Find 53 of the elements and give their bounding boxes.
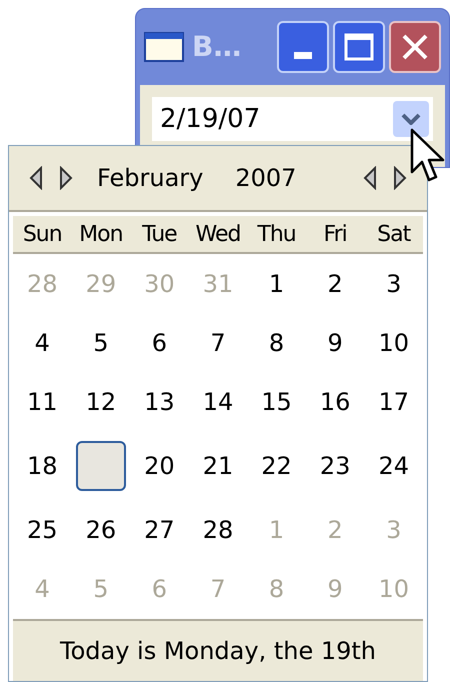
weekday-header: Tue [141, 220, 178, 248]
day-cell[interactable]: 8 [262, 322, 290, 363]
day-cell[interactable]: 17 [372, 382, 415, 422]
day-cell[interactable]: 16 [314, 382, 356, 422]
maximize-icon [344, 33, 374, 61]
weekday-header: Wed [194, 220, 242, 248]
day-cell[interactable]: 10 [372, 322, 415, 363]
day-cell[interactable]: 22 [255, 446, 298, 486]
day-cell[interactable]: 6 [146, 322, 174, 363]
day-cell[interactable]: 25 [21, 510, 64, 550]
weekday-header: Mon [78, 220, 124, 248]
day-cell[interactable]: 23 [314, 446, 356, 486]
day-cell[interactable]: 21 [196, 446, 240, 486]
minimize-button[interactable] [277, 21, 329, 73]
minimize-icon [294, 52, 312, 59]
day-cell[interactable]: 3 [380, 264, 408, 304]
weekday-header: Fri [322, 220, 348, 248]
day-cell[interactable]: 20 [138, 446, 181, 486]
day-cell[interactable]: 12 [80, 382, 122, 422]
close-button[interactable] [389, 21, 441, 73]
weekday-header: Sun [22, 220, 63, 248]
window-title: B… [192, 29, 242, 65]
day-cell[interactable]: 18 [21, 446, 64, 486]
chevron-down-icon [401, 113, 421, 125]
day-cell[interactable] [76, 441, 126, 492]
day-cell[interactable]: 27 [138, 510, 181, 550]
day-cell[interactable]: 2 [321, 264, 349, 304]
day-cell[interactable]: 26 [80, 510, 122, 550]
day-cell[interactable]: 1 [262, 264, 290, 304]
weekday-header: Thu [256, 220, 297, 248]
month-label: February [97, 163, 204, 194]
day-cell[interactable]: 11 [21, 382, 64, 422]
day-cell[interactable]: 13 [138, 382, 181, 422]
dropdown-button[interactable] [393, 101, 429, 137]
previous-year-icon[interactable] [363, 166, 377, 190]
year-label: 2007 [235, 163, 296, 194]
day-cell[interactable]: 5 [87, 322, 114, 363]
next-month-icon[interactable] [59, 166, 73, 190]
day-cell[interactable]: 24 [372, 446, 415, 486]
day-cell[interactable]: 14 [196, 382, 240, 422]
previous-month-icon[interactable] [29, 166, 43, 190]
day-cell[interactable]: 15 [255, 382, 298, 422]
day-cell[interactable]: 9 [321, 322, 349, 363]
close-icon [401, 33, 429, 61]
maximize-button[interactable] [333, 21, 385, 73]
weekday-header: Sat [376, 220, 412, 248]
date-value: 2/19/07 [160, 102, 262, 136]
date-field[interactable]: 2/19/07 [152, 97, 433, 141]
day-cell[interactable]: 28 [196, 510, 240, 550]
window-icon [144, 31, 184, 63]
day-cell[interactable]: 7 [204, 322, 232, 363]
next-year-icon[interactable] [393, 166, 407, 190]
day-cell[interactable]: 4 [28, 322, 56, 363]
